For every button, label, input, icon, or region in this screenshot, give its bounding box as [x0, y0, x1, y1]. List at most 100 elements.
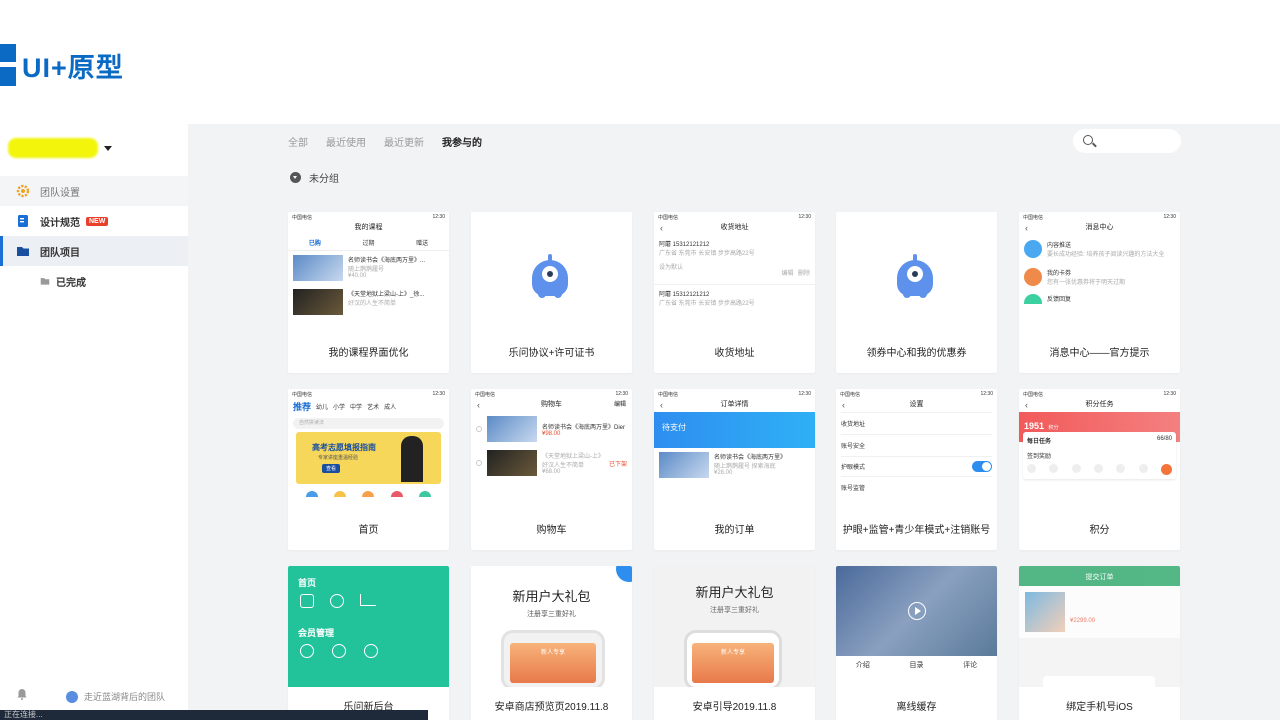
card-title: 收货地址 — [714, 347, 755, 359]
carrier-text: 中国电信 — [292, 215, 313, 221]
item-price: ¥98.00 — [542, 430, 561, 437]
carrier-text: 中国电信 — [1023, 392, 1044, 398]
list-item: 阿蘑 15312121212 广东省 东莞市 长安镇 步步高路22号 设为默认 … — [654, 235, 815, 284]
settings-list: 收货地址 账号安全 护眼模式 账号监管 — [836, 412, 997, 498]
search-input[interactable] — [1073, 129, 1181, 153]
project-card[interactable]: 中国电信 12:30 ‹ 收货地址 阿蘑 15312121212 广东省 东莞市 长… — [654, 212, 815, 373]
recent-team-link[interactable]: 走近蓝湖背后的团队 — [66, 690, 165, 703]
message-sub: 您有一张优惠券将于明天过期 — [1047, 280, 1126, 286]
sidebar-item-completed[interactable]: 已完成 — [0, 266, 188, 296]
address-name: 阿蘑 15312121212 — [659, 242, 710, 248]
book-sub: 随上鹊鹊履号 — [348, 267, 385, 273]
project-grid-area: 全部 最近使用 最近更新 我参与的 未分组 中国电信 12:30 我的课程 已购 … — [188, 124, 1280, 720]
daily-task-panel: 每日任务 66/80 签到奖励 — [1023, 432, 1176, 479]
project-card[interactable]: 中国电信 12:30 我的课程 已购 过期 赠送 名师读书会《海底两万里》... 随… — [288, 212, 449, 373]
tab-recently-updated[interactable]: 最近更新 — [384, 134, 424, 149]
card-thumbnail: 中国电信 12:30 ‹ 订单详情 待支付 名师读书会《海底两万里》 随上鹊鹊履号 探… — [654, 389, 815, 510]
list-item: 名师读书会《海底两万里》Dier ¥98.00 — [471, 412, 632, 446]
item-title: 名师读书会《海底两万里》 — [714, 455, 787, 461]
message-title: 反馈回复 — [1047, 297, 1072, 303]
home-tab: 艺术 — [367, 405, 380, 411]
course-tabs: 已购 过期 赠送 — [288, 235, 449, 251]
project-card[interactable]: 乐问协议+许可证书 — [471, 212, 632, 373]
project-card[interactable]: 首页 会员管理 乐问新后台 — [288, 566, 449, 720]
team-name-redacted — [8, 138, 98, 158]
settings-row: 账号安全 — [841, 434, 992, 456]
phone-title: 提交订单 — [1019, 566, 1180, 586]
coupon-icon — [1024, 268, 1042, 286]
order-status-banner: 待支付 — [654, 412, 815, 448]
message-title: 我的卡券 — [1047, 271, 1072, 277]
feedback-icon — [1024, 294, 1042, 304]
book-cover-image — [487, 416, 537, 442]
project-card[interactable]: 中国电信 12:30 ‹ 购物车 编辑 名师读书会《海底两万里》Dier ¥98.00 … — [471, 389, 632, 550]
list-item: ¥2299.00 — [1019, 586, 1180, 638]
group-header[interactable]: 未分组 — [290, 170, 339, 185]
phone-title: 积分任务 — [1085, 401, 1114, 408]
address-name: 阿蘑 15312121212 — [659, 292, 710, 298]
item-sub: 随上鹊鹊履号 探索海底 — [714, 464, 776, 470]
card-thumbnail: 中国电信 12:30 ‹ 消息中心 内容推送 要长成功经验: 培养孩子阅读兴趣的方法大… — [1019, 212, 1180, 333]
sidebar-item-design-spec[interactable]: 设计规范 NEW — [0, 206, 188, 236]
team-selector[interactable] — [8, 138, 112, 158]
card-title: 护眼+监管+青少年模式+注销账号 — [842, 524, 991, 536]
phone-title: 购物车 — [541, 401, 562, 408]
card-title: 我的课程界面优化 — [328, 347, 409, 359]
sidebar: 团队设置 设计规范 NEW 团队项目 已完成 走近蓝湖背后的团队 — [0, 124, 188, 720]
list-item: 名师读书会《海底两万里》... 随上鹊鹊履号 ¥40.00 — [288, 251, 449, 285]
card-title: 消息中心——官方提示 — [1049, 347, 1150, 359]
carrier-text: 中国电信 — [840, 392, 861, 398]
time-text: 12:30 — [432, 391, 445, 397]
project-card[interactable]: 领券中心和我的优惠券 — [836, 212, 997, 373]
back-icon: ‹ — [1025, 223, 1028, 233]
book-cover-image — [293, 255, 343, 281]
course-tab: 已购 — [308, 241, 321, 247]
folder-icon — [16, 244, 30, 258]
tab-all[interactable]: 全部 — [288, 134, 308, 149]
card-thumbnail — [836, 212, 997, 333]
project-card[interactable]: 新用户大礼包 注册享三重好礼 新人专享 安卓引导2019.11.8 — [654, 566, 815, 720]
phone-title: 设置 — [909, 401, 924, 408]
home-tab-recommend: 推荐 — [293, 402, 312, 412]
phone-title: 收货地址 — [720, 224, 749, 231]
item-price: ¥68.00 — [542, 469, 561, 475]
tab-recently-used[interactable]: 最近使用 — [326, 134, 366, 149]
bell-icon[interactable] — [16, 688, 28, 703]
project-card[interactable]: 中国电信 12:30 ‹ 积分任务 1951 积分 每日任务 66/80 签到奖励 积… — [1019, 389, 1180, 550]
project-card[interactable]: 中国电信 12:30 ‹ 设置 收货地址 账号安全 护眼模式 账号监管 护眼+监管+… — [836, 389, 997, 550]
phone-title: 消息中心 — [1085, 224, 1114, 231]
gift-sub: 注册享三重好礼 — [710, 607, 759, 614]
list-item: 内容推送 要长成功经验: 培养孩子阅读兴趣的方法大全 — [1019, 235, 1180, 263]
sidebar-item-team-settings[interactable]: 团队设置 — [0, 176, 188, 206]
phone-mockup: 新人专享 — [501, 630, 605, 687]
card-title: 乐问协议+许可证书 — [508, 347, 595, 359]
sidebar-item-label: 已完成 — [56, 277, 86, 289]
slide-title-text: UI+原型 — [22, 52, 124, 83]
time-text: 12:30 — [1163, 391, 1176, 397]
project-card[interactable]: 中国电信 12:30 ‹ 订单详情 待支付 名师读书会《海底两万里》 随上鹊鹊履号 探… — [654, 389, 815, 550]
sidebar-item-team-projects[interactable]: 团队项目 — [0, 236, 188, 266]
project-card[interactable]: 中国电信 12:30 ‹ 消息中心 内容推送 要长成功经验: 培养孩子阅读兴趣的方法大… — [1019, 212, 1180, 373]
carrier-text: 中国电信 — [292, 392, 313, 398]
banner-button: 查看 — [322, 464, 341, 473]
banner-sub: 专家讲座重温经验 — [318, 455, 359, 461]
home-tab: 小学 — [333, 405, 346, 411]
video-tab: 目录 — [909, 662, 924, 669]
admin-section-title: 首页 — [298, 578, 317, 588]
list-item: 阿蘑 15312121212 广东省 东莞市 长安镇 步步高路22号 — [654, 284, 815, 311]
project-card[interactable]: 介绍 目录 评论 离线缓存 — [836, 566, 997, 720]
tab-mine[interactable]: 我参与的 — [442, 134, 482, 149]
book-cover-image — [659, 452, 709, 478]
home-tab: 成人 — [384, 405, 397, 411]
folder-icon — [40, 276, 50, 286]
project-card[interactable]: 中国电信 12:30 推荐 幼儿 小学 中学 艺术 成人 自然拼读法 高考志愿填报… — [288, 389, 449, 550]
project-card[interactable]: 新用户大礼包 注册享三重好礼 新人专享 安卓商店预览页2019.11.8 — [471, 566, 632, 720]
item-price: ¥28.00 — [714, 470, 733, 476]
video-tab: 评论 — [963, 662, 978, 669]
video-player — [836, 566, 997, 656]
card-title: 安卓引导2019.11.8 — [692, 701, 777, 713]
carrier-text: 中国电信 — [658, 215, 679, 221]
project-card[interactable]: 提交订单 ¥2299.00 绑定手机号iOS — [1019, 566, 1180, 720]
phone-title: 订单详情 — [720, 401, 749, 408]
list-item: 名师读书会《海底两万里》 随上鹊鹊履号 探索海底 ¥28.00 — [654, 448, 815, 482]
